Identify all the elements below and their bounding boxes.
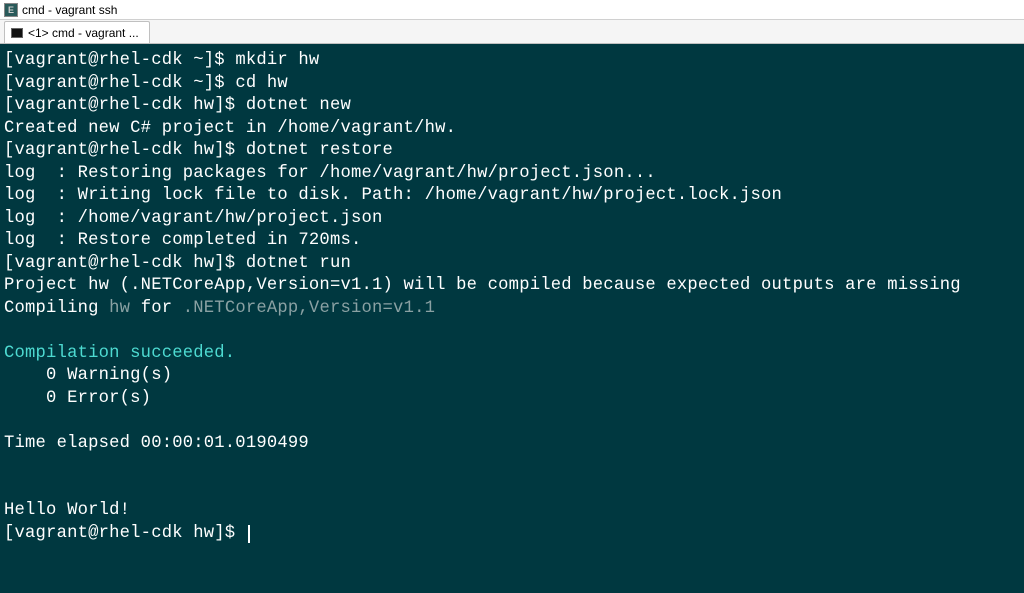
output-line: Project hw (.NETCoreApp,Version=v1.1) wi… <box>4 276 961 295</box>
app-icon: E <box>4 3 18 17</box>
cmd: dotnet run <box>246 254 351 273</box>
prompt: [vagrant@rhel-cdk ~]$ <box>4 51 235 70</box>
cmd: dotnet restore <box>246 141 393 160</box>
output-line: Created new C# project in /home/vagrant/… <box>4 119 456 138</box>
cmd: mkdir hw <box>235 51 319 70</box>
tab-cmd-vagrant[interactable]: <1> cmd - vagrant ... <box>4 21 150 43</box>
output-token: .NETCoreApp,Version=v1.1 <box>183 299 435 318</box>
cmd: dotnet new <box>246 96 351 115</box>
output-line: log : /home/vagrant/hw/project.json <box>4 209 383 228</box>
output-line: Hello World! <box>4 501 130 520</box>
output-line: Compilation succeeded. <box>4 344 235 363</box>
tab-bar: <1> cmd - vagrant ... <box>0 20 1024 44</box>
output-line: Time elapsed 00:00:01.0190499 <box>4 434 309 453</box>
output-line: 0 Warning(s) <box>4 366 172 385</box>
output-line: log : Restore completed in 720ms. <box>4 231 361 250</box>
prompt: [vagrant@rhel-cdk ~]$ <box>4 74 235 93</box>
cursor <box>248 525 250 543</box>
prompt: [vagrant@rhel-cdk hw]$ <box>4 96 246 115</box>
output-line: log : Restoring packages for /home/vagra… <box>4 164 656 183</box>
terminal-icon <box>11 28 23 38</box>
cmd: cd hw <box>235 74 288 93</box>
prompt: [vagrant@rhel-cdk hw]$ <box>4 254 246 273</box>
terminal-output[interactable]: [vagrant@rhel-cdk ~]$ mkdir hw [vagrant@… <box>0 44 1024 593</box>
output-token: hw <box>109 299 130 318</box>
prompt: [vagrant@rhel-cdk hw]$ <box>4 524 246 543</box>
output-line: 0 Error(s) <box>4 389 151 408</box>
output-token: for <box>130 299 183 318</box>
output-line: Compiling <box>4 299 109 318</box>
window-titlebar: E cmd - vagrant ssh <box>0 0 1024 20</box>
tab-label: <1> cmd - vagrant ... <box>28 26 139 40</box>
output-line: log : Writing lock file to disk. Path: /… <box>4 186 782 205</box>
prompt: [vagrant@rhel-cdk hw]$ <box>4 141 246 160</box>
window-title: cmd - vagrant ssh <box>22 3 117 17</box>
